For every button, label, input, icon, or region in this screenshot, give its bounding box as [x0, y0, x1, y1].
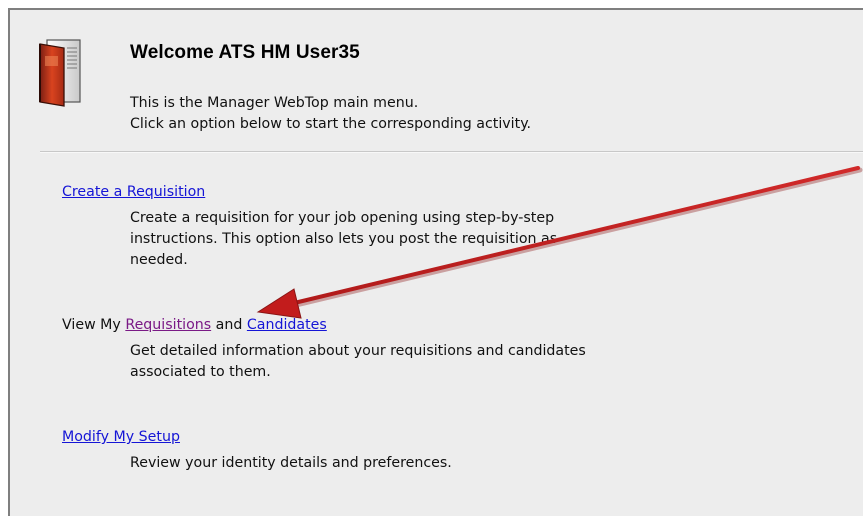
view-my-option: View My Requisitions and Candidates: [62, 317, 327, 333]
modify-setup-option: Modify My Setup: [62, 429, 180, 445]
create-requisition-desc-3: needed.: [130, 252, 188, 268]
screenshot-frame: Welcome ATS HM User35 This is the Manage…: [0, 0, 863, 516]
candidates-link[interactable]: Candidates: [247, 317, 327, 333]
book-icon: [39, 39, 81, 107]
view-my-prefix: View My: [62, 317, 121, 333]
create-requisition-desc-2: instructions. This option also lets you …: [130, 231, 558, 247]
modify-setup-desc: Review your identity details and prefere…: [130, 455, 452, 471]
create-requisition-link[interactable]: Create a Requisition: [62, 184, 205, 200]
intro-line-2: Click an option below to start the corre…: [130, 116, 532, 132]
welcome-title: Welcome ATS HM User35: [130, 42, 360, 63]
requisitions-link[interactable]: Requisitions: [125, 317, 211, 333]
header-divider: [40, 151, 863, 153]
view-my-desc-2: associated to them.: [130, 364, 271, 380]
modify-setup-link[interactable]: Modify My Setup: [62, 429, 180, 445]
intro-line-1: This is the Manager WebTop main menu.: [130, 95, 419, 111]
create-requisition-desc-1: Create a requisition for your job openin…: [130, 210, 555, 226]
view-my-desc-1: Get detailed information about your requ…: [130, 343, 586, 359]
create-requisition-option: Create a Requisition: [62, 184, 205, 200]
view-my-and: and: [215, 317, 243, 333]
